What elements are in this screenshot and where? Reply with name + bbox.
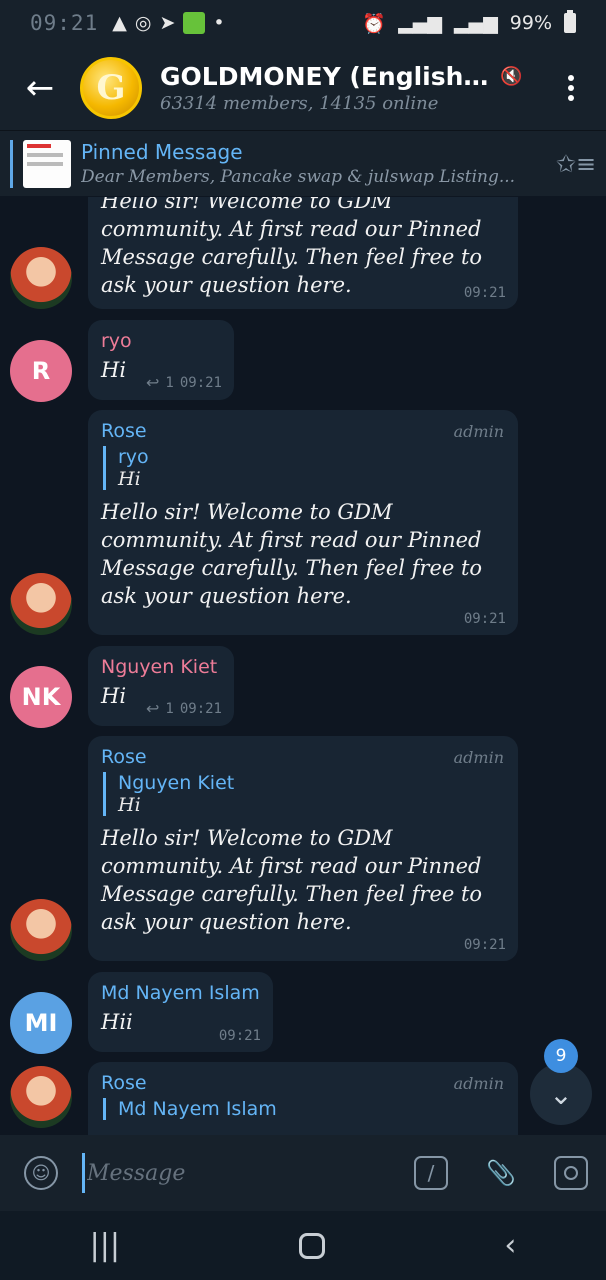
pinned-thumbnail: [23, 139, 71, 188]
sender-name[interactable]: Rose: [101, 1072, 504, 1094]
paperclip-icon: 📎: [486, 1159, 516, 1187]
reply-quote[interactable]: ryo Hi: [103, 446, 504, 490]
message-time: 09:21: [463, 285, 506, 301]
avatar[interactable]: [10, 247, 72, 309]
slash-command-icon: /: [414, 1156, 448, 1190]
message-text: Hello sir! Welcome to GDM community. At …: [101, 500, 483, 608]
sender-name[interactable]: ryo: [101, 330, 220, 352]
pinned-preview: Dear Members, Pancake swap & julswap Lis…: [81, 167, 516, 187]
message-bubble[interactable]: ryo Hi ↩ 1 09:21: [88, 320, 234, 400]
message-time: 09:21: [179, 700, 222, 717]
avatar[interactable]: NK: [10, 666, 72, 728]
reply-text: Hi: [118, 794, 141, 816]
attach-button[interactable]: 📎: [466, 1159, 536, 1187]
chat-area[interactable]: Hello sir! Welcome to GDM community. At …: [0, 197, 606, 1135]
reply-name: ryo: [118, 446, 149, 468]
dot-icon: •: [213, 12, 225, 34]
admin-badge: admin: [453, 1074, 504, 1093]
message-bubble[interactable]: Hello sir! Welcome to GDM community. At …: [88, 197, 518, 309]
pinned-indicator: [10, 139, 13, 188]
pinned-title: Pinned Message: [81, 140, 243, 164]
sender-name[interactable]: Md Nayem Islam: [101, 982, 260, 1004]
reply-quote[interactable]: Nguyen Kiet Hi: [103, 772, 504, 816]
emoji-button[interactable]: ☺: [0, 1156, 82, 1190]
back-arrow-icon[interactable]: ←: [0, 68, 80, 108]
reply-count: 1: [165, 700, 174, 717]
unread-badge: 9: [544, 1039, 578, 1073]
telegram-icon: ➤: [159, 12, 176, 34]
message-time: 09:21: [463, 611, 506, 627]
message-time: 09:21: [218, 1028, 261, 1044]
status-time: 09:21: [30, 11, 99, 35]
whatsapp-icon: ◎: [134, 12, 152, 34]
reply-count: 1: [165, 374, 174, 391]
alarm-icon: ⏰: [362, 12, 387, 35]
warning-icon: ▲: [112, 12, 127, 34]
header-info[interactable]: GOLDMONEY (English Co... 🔇 63314 members…: [160, 62, 536, 114]
battery-icon: [564, 10, 576, 33]
more-menu-icon[interactable]: [536, 75, 606, 101]
chevron-down-icon: ⌄: [549, 1077, 573, 1111]
avatar[interactable]: MI: [10, 992, 72, 1054]
message-bubble[interactable]: Md Nayem Islam Hii 09:21: [88, 972, 273, 1052]
battery-percent: 99%: [509, 12, 552, 34]
avatar[interactable]: R: [10, 340, 72, 402]
bot-command-button[interactable]: /: [396, 1156, 466, 1190]
home-icon[interactable]: [299, 1232, 326, 1259]
reply-name: Nguyen Kiet: [118, 772, 235, 794]
message-bubble[interactable]: Rose admin Md Nayem Islam: [88, 1062, 518, 1135]
reply-arrow-icon: ↩: [146, 373, 160, 392]
chat-header: ← G GOLDMONEY (English Co... 🔇 63314 mem…: [0, 46, 606, 130]
message-text: Hello sir! Welcome to GDM community. At …: [101, 826, 483, 934]
group-avatar[interactable]: G: [80, 57, 142, 119]
message-input[interactable]: [82, 1153, 396, 1193]
signal-icon: ▂▄▆: [398, 12, 442, 34]
reply-name: Md Nayem Islam: [118, 1098, 277, 1120]
camera-icon: [554, 1156, 588, 1190]
signal-icon-2: ▂▄▆: [453, 12, 498, 34]
sender-name[interactable]: Rose: [101, 420, 504, 442]
emoji-icon: ☺: [24, 1156, 58, 1190]
mute-icon: 🔇: [500, 66, 523, 87]
admin-badge: admin: [453, 748, 504, 767]
recent-apps-icon[interactable]: |||: [90, 1228, 120, 1263]
app-notification-icon: [183, 12, 206, 34]
reply-arrow-icon: ↩: [146, 699, 160, 718]
pin-list-icon[interactable]: ✩≡: [546, 150, 606, 178]
message-bubble[interactable]: Nguyen Kiet Hi ↩ 1 09:21: [88, 646, 234, 726]
avatar[interactable]: [10, 1066, 72, 1128]
group-title: GOLDMONEY (English Co...: [160, 62, 490, 91]
message-time: 09:21: [463, 937, 506, 953]
sender-name[interactable]: Nguyen Kiet: [101, 656, 220, 678]
camera-button[interactable]: [536, 1156, 606, 1190]
message-text: Hello sir! Welcome to GDM community. At …: [101, 197, 483, 297]
message-bubble[interactable]: Rose admin Nguyen Kiet Hi Hello sir! Wel…: [88, 736, 518, 961]
reply-quote[interactable]: Md Nayem Islam: [103, 1098, 504, 1120]
admin-badge: admin: [453, 422, 504, 441]
pinned-message-bar[interactable]: Pinned Message Dear Members, Pancake swa…: [0, 130, 606, 196]
back-nav-icon[interactable]: ‹: [504, 1228, 516, 1263]
status-bar: 09:21 ▲ ◎ ➤ • ⏰ ▂▄▆ ▂▄▆ 99%: [0, 0, 606, 46]
message-time: 09:21: [179, 374, 222, 391]
reply-text: Hi: [118, 468, 141, 490]
message-bubble[interactable]: Rose admin ryo Hi Hello sir! Welcome to …: [88, 410, 518, 635]
avatar[interactable]: [10, 573, 72, 635]
sender-name[interactable]: Rose: [101, 746, 504, 768]
system-nav-bar: ||| ‹: [0, 1211, 606, 1280]
group-subtitle: 63314 members, 14135 online: [160, 93, 439, 114]
avatar[interactable]: [10, 899, 72, 961]
message-input-bar: ☺ / 📎: [0, 1135, 606, 1211]
